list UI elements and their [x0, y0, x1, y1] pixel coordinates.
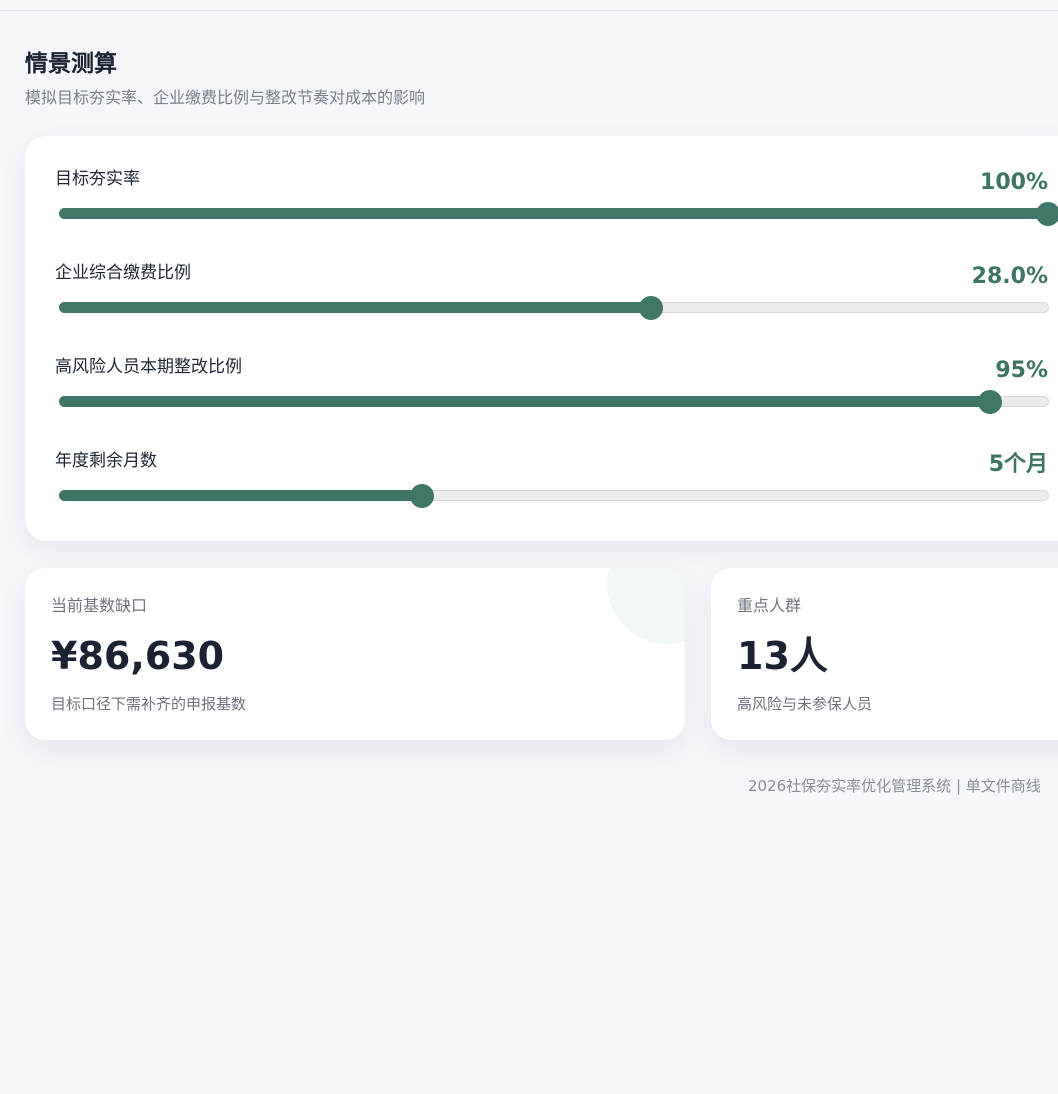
decorative-circle	[607, 568, 685, 644]
slider-track[interactable]	[59, 390, 1049, 414]
slider-value: 5个月	[988, 452, 1048, 477]
slider-contribution-ratio: 企业综合缴费比例 28.0%	[55, 262, 1050, 342]
top-divider	[0, 10, 1058, 11]
slider-track[interactable]	[59, 202, 1058, 226]
card-value: ¥86,630	[51, 634, 225, 678]
slider-value: 95%	[995, 358, 1048, 383]
slider-fill	[59, 208, 1048, 219]
slider-thumb[interactable]	[639, 296, 663, 320]
slider-label: 高风险人员本期整改比例	[55, 357, 242, 377]
slider-track[interactable]	[59, 296, 1049, 320]
slider-fill	[59, 490, 422, 501]
slider-value: 100%	[980, 170, 1048, 195]
page-subtitle: 模拟目标夯实率、企业缴费比例与整改节奏对成本的影响	[25, 88, 426, 107]
slider-label: 目标夯实率	[55, 169, 140, 189]
base-gap-card: 当前基数缺口 ¥86,630 目标口径下需补齐的申报基数	[25, 568, 685, 740]
slider-thumb[interactable]	[1036, 202, 1058, 226]
slider-value: 28.0%	[971, 264, 1048, 289]
card-description: 目标口径下需补齐的申报基数	[51, 695, 247, 713]
slider-target-rate: 目标夯实率 100%	[55, 168, 1058, 248]
slider-thumb[interactable]	[978, 390, 1002, 414]
footer-text: 2026社保夯实率优化管理系统 | 单文件商线	[748, 777, 1041, 795]
key-people-card: 重点人群 13人 高风险与未参保人员	[711, 568, 1058, 740]
section-header: 情景测算 模拟目标夯实率、企业缴费比例与整改节奏对成本的影响	[25, 50, 425, 108]
slider-fill	[59, 396, 990, 407]
slider-remaining-months: 年度剩余月数 5个月	[55, 450, 1050, 530]
slider-rectification-ratio: 高风险人员本期整改比例 95%	[55, 356, 1050, 436]
card-description: 高风险与未参保人员	[737, 695, 873, 713]
card-value: 13人	[737, 634, 828, 678]
card-label: 重点人群	[737, 596, 802, 615]
page-title: 情景测算	[25, 51, 117, 77]
slider-label: 企业综合缴费比例	[55, 263, 191, 283]
card-label: 当前基数缺口	[51, 596, 148, 615]
slider-thumb[interactable]	[410, 484, 434, 508]
scenario-sliders-panel: 目标夯实率 100% 企业综合缴费比例 28.0% 高风险人员本期整改比例 95…	[25, 136, 1058, 541]
slider-label: 年度剩余月数	[55, 451, 157, 471]
slider-track[interactable]	[59, 484, 1049, 508]
slider-fill	[59, 302, 651, 313]
